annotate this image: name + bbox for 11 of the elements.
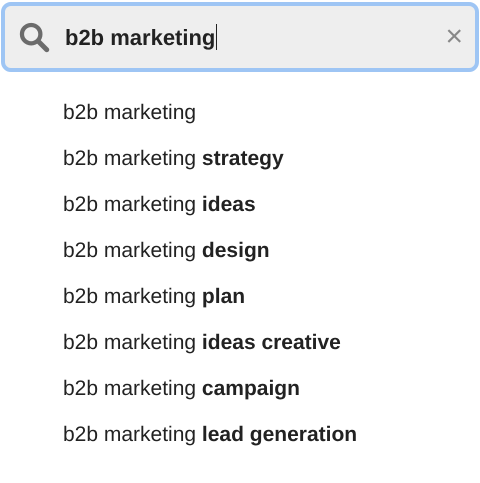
suggestion-item[interactable]: b2b marketing ideas creative xyxy=(63,320,480,366)
search-input[interactable]: b2b marketing xyxy=(65,20,216,54)
suggestion-item[interactable]: b2b marketing campaign xyxy=(63,366,480,412)
suggestion-item[interactable]: b2b marketing ideas xyxy=(63,182,480,228)
suggestion-item[interactable]: b2b marketing plan xyxy=(63,274,480,320)
suggestion-item[interactable]: b2b marketing lead generation xyxy=(63,412,480,458)
suggestion-item[interactable]: b2b marketing xyxy=(63,90,480,136)
search-icon xyxy=(17,20,51,54)
suggestion-item[interactable]: b2b marketing design xyxy=(63,228,480,274)
suggestion-item[interactable]: b2b marketing strategy xyxy=(63,136,480,182)
search-field[interactable]: b2b marketing × xyxy=(1,2,479,72)
